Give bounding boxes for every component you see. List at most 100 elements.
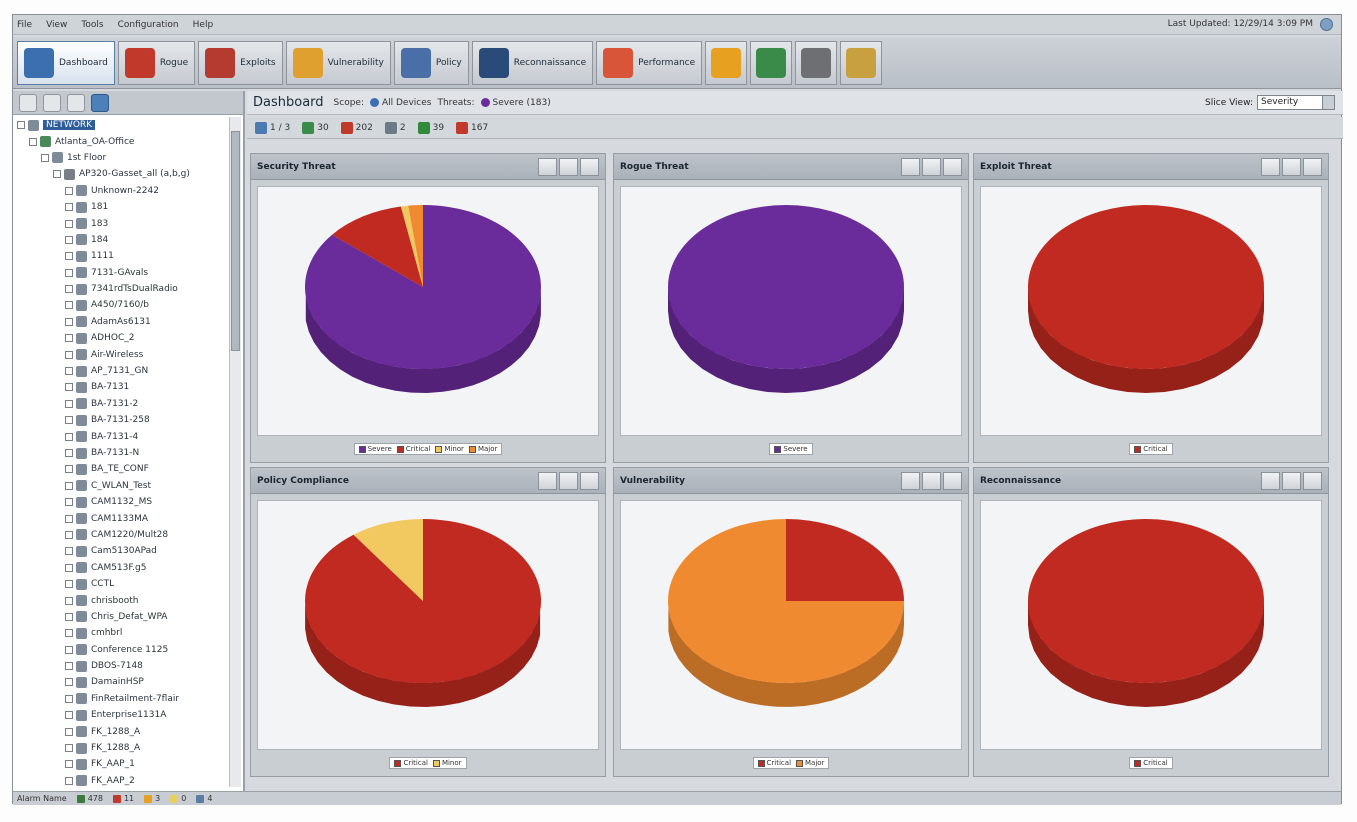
- expand-toggle-icon[interactable]: [65, 317, 73, 326]
- expand-toggle-icon[interactable]: [65, 612, 73, 621]
- bar-chart-icon[interactable]: [922, 158, 941, 176]
- tree-node[interactable]: NETWORK: [13, 117, 229, 133]
- pie-slice-critical[interactable]: [1028, 519, 1264, 683]
- expand-toggle-icon[interactable]: [65, 547, 73, 556]
- tree-scrollbar-thumb[interactable]: [231, 131, 240, 351]
- search-button[interactable]: [840, 40, 883, 85]
- expand-toggle-icon[interactable]: [65, 694, 73, 703]
- expand-toggle-icon[interactable]: [65, 432, 73, 441]
- pie-slice-critical[interactable]: [305, 519, 542, 683]
- expand-toggle-icon[interactable]: [65, 760, 73, 769]
- tree-node[interactable]: 7341rdTsDualRadio: [13, 281, 229, 297]
- search-icon[interactable]: [67, 93, 85, 112]
- tree-node[interactable]: Unknown-2242: [13, 183, 229, 199]
- tree-node[interactable]: BA-7131-N: [13, 445, 229, 461]
- pie-chart-icon[interactable]: [538, 158, 557, 176]
- expand-toggle-icon[interactable]: [65, 645, 73, 654]
- expand-toggle-icon[interactable]: [65, 744, 73, 753]
- tree-node[interactable]: FK_AAP_2: [13, 773, 229, 787]
- table-view-icon[interactable]: [1303, 158, 1322, 176]
- table-view-icon[interactable]: [943, 472, 962, 490]
- expand-toggle-icon[interactable]: [65, 727, 73, 736]
- summary-item[interactable]: 30: [302, 121, 329, 134]
- table-view-icon[interactable]: [580, 472, 599, 490]
- menu-configuration[interactable]: Configuration: [118, 20, 179, 30]
- bar-chart-icon[interactable]: [922, 472, 941, 490]
- tree-node[interactable]: Conference 1125: [13, 642, 229, 658]
- filter-icon[interactable]: [91, 93, 109, 112]
- report-button[interactable]: [750, 40, 793, 85]
- tree-node[interactable]: BA-7131-258: [13, 412, 229, 428]
- tree-node[interactable]: C_WLAN_Test: [13, 478, 229, 494]
- expand-toggle-icon[interactable]: [65, 219, 73, 228]
- summary-item[interactable]: 1 / 3: [255, 121, 290, 134]
- expand-toggle-icon[interactable]: [65, 514, 73, 523]
- pie-chart-icon[interactable]: [1261, 158, 1280, 176]
- tree-node[interactable]: BA-7131: [13, 379, 229, 395]
- expand-toggle-icon[interactable]: [17, 121, 25, 130]
- threats-value[interactable]: Severe (183): [493, 98, 551, 108]
- performance-tab[interactable]: Performance: [596, 40, 703, 85]
- bar-chart-icon[interactable]: [1282, 472, 1301, 490]
- table-view-icon[interactable]: [1303, 472, 1322, 490]
- expand-toggle-icon[interactable]: [65, 235, 73, 244]
- tree-node[interactable]: CAM513F.g5: [13, 560, 229, 576]
- tree-node[interactable]: 1st Floor: [13, 150, 229, 166]
- expand-toggle-icon[interactable]: [65, 580, 73, 589]
- tree-node[interactable]: BA-7131-2: [13, 396, 229, 412]
- expand-toggle-icon[interactable]: [65, 383, 73, 392]
- bar-chart-icon[interactable]: [559, 158, 578, 176]
- expand-toggle-icon[interactable]: [65, 776, 73, 785]
- tree-node[interactable]: AdamAs6131: [13, 314, 229, 330]
- expand-toggle-icon[interactable]: [65, 449, 73, 457]
- exploits-tab[interactable]: Exploits: [198, 40, 283, 85]
- tree-node[interactable]: FK_1288_A: [13, 723, 229, 739]
- expand-toggle-icon[interactable]: [65, 416, 73, 425]
- tree-node[interactable]: 181: [13, 199, 229, 215]
- slice-view-dropdown[interactable]: Severity: [1257, 95, 1335, 110]
- tree-node[interactable]: FK_1288_A: [13, 740, 229, 756]
- menu-help[interactable]: Help: [193, 20, 214, 30]
- expand-toggle-icon[interactable]: [65, 301, 73, 310]
- tree-node[interactable]: CCTL: [13, 576, 229, 592]
- rogue-tab[interactable]: Rogue: [117, 40, 196, 85]
- expand-toggle-icon[interactable]: [29, 137, 37, 146]
- summary-item[interactable]: 39: [417, 121, 444, 134]
- table-view-icon[interactable]: [580, 158, 599, 176]
- expand-toggle-icon[interactable]: [65, 399, 73, 408]
- tree-node[interactable]: Cam5130APad: [13, 543, 229, 559]
- expand-toggle-icon[interactable]: [65, 596, 73, 605]
- tree-node[interactable]: BA_TE_CONF: [13, 461, 229, 477]
- expand-toggle-icon[interactable]: [65, 268, 73, 277]
- vulnerability-tab[interactable]: Vulnerability: [285, 40, 391, 85]
- policy-tab[interactable]: Policy: [393, 40, 469, 85]
- expand-toggle-icon[interactable]: [65, 465, 73, 474]
- back-icon[interactable]: [19, 93, 37, 112]
- expand-toggle-icon[interactable]: [65, 662, 73, 671]
- tree-node[interactable]: 184: [13, 232, 229, 248]
- tree-node[interactable]: DBOS-7148: [13, 658, 229, 674]
- tree-scrollbar[interactable]: [229, 117, 241, 787]
- expand-toggle-icon[interactable]: [65, 252, 73, 261]
- tree-node[interactable]: Enterprise1131A: [13, 707, 229, 723]
- tree-node[interactable]: AP320-Gasset_all (a,b,g): [13, 166, 229, 182]
- scope-value[interactable]: All Devices: [382, 98, 432, 108]
- tree-node[interactable]: 1111: [13, 248, 229, 264]
- expand-toggle-icon[interactable]: [65, 563, 73, 572]
- tree-node[interactable]: ADHOC_2: [13, 330, 229, 346]
- settings-gear-button[interactable]: [795, 40, 838, 85]
- menu-view[interactable]: View: [46, 20, 67, 30]
- expand-toggle-icon[interactable]: [65, 334, 73, 343]
- tree-node[interactable]: CAM1220/Mult28: [13, 527, 229, 543]
- tree-node[interactable]: FinRetailment-7flair: [13, 691, 229, 707]
- summary-item[interactable]: 202: [340, 121, 373, 134]
- tree-node[interactable]: AP_7131_GN: [13, 363, 229, 379]
- tree-node[interactable]: CAM1133MA: [13, 510, 229, 526]
- tree-node[interactable]: cmhbrl: [13, 625, 229, 641]
- tree-node[interactable]: CAM1132_MS: [13, 494, 229, 510]
- expand-toggle-icon[interactable]: [65, 711, 73, 720]
- tree-node[interactable]: chrisbooth: [13, 592, 229, 608]
- tree-node[interactable]: Air-Wireless: [13, 346, 229, 362]
- help-icon[interactable]: [1320, 18, 1333, 31]
- expand-toggle-icon[interactable]: [53, 170, 61, 179]
